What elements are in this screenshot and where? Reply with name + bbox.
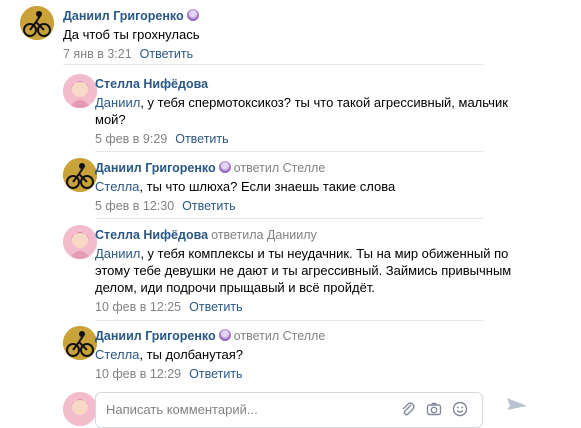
comment-text: Даниил, у тебя спермотоксикоз? ты что та…: [95, 95, 508, 127]
mention-link[interactable]: Стелла: [95, 179, 139, 194]
comment-meta: 5 фев в 9:29 Ответить: [95, 132, 508, 147]
prometheus-badge-icon: [186, 9, 199, 21]
reply-link[interactable]: Ответить: [189, 367, 242, 381]
mention-link[interactable]: Даниил: [95, 246, 140, 261]
comment-meta: 7 янв в 3:21 Ответить: [63, 47, 199, 62]
mention-link[interactable]: Даниил: [95, 95, 140, 110]
avatar[interactable]: [63, 225, 97, 259]
avatar[interactable]: [63, 326, 97, 360]
comment-date[interactable]: 7 янв в 3:21: [63, 47, 132, 61]
comment-author[interactable]: Даниил Григоренко: [63, 8, 199, 24]
divider: [63, 64, 483, 65]
reply-to-label[interactable]: ответила Даниилу: [211, 228, 317, 242]
mention-link[interactable]: Стелла: [95, 347, 139, 362]
comment-author[interactable]: Стелла Нифёдова ответила Даниилу: [95, 227, 511, 243]
divider: [95, 151, 483, 152]
paperclip-icon[interactable]: [400, 401, 416, 417]
comment-author[interactable]: Даниил Григоренко ответил Стелле: [95, 328, 325, 344]
comment-date[interactable]: 5 фев в 12:30: [95, 199, 174, 213]
prometheus-badge-icon: [218, 329, 231, 341]
camera-icon[interactable]: [426, 401, 442, 417]
avatar[interactable]: [63, 158, 97, 192]
comment-input-placeholder: Написать комментарий...: [106, 402, 258, 417]
avatar[interactable]: [63, 74, 97, 108]
reply-to-label[interactable]: ответил Стелле: [234, 329, 326, 343]
my-avatar: [63, 392, 97, 426]
emoji-icon[interactable]: [452, 401, 468, 417]
comment-text: Стелла, ты что шлюха? Если знаешь такие …: [95, 179, 396, 194]
reply-link[interactable]: Ответить: [189, 300, 242, 314]
comment-date[interactable]: 5 фев в 9:29: [95, 132, 167, 146]
comment-meta: 5 фев в 12:30 Ответить: [95, 199, 395, 214]
reply-link[interactable]: Ответить: [175, 132, 228, 146]
reply-link[interactable]: Ответить: [182, 199, 235, 213]
divider: [95, 218, 483, 219]
comment-author[interactable]: Стелла Нифёдова: [95, 76, 508, 92]
comment-date[interactable]: 10 фев в 12:29: [95, 367, 181, 381]
reply-to-label[interactable]: ответил Стелле: [234, 161, 326, 175]
comment-text: Даниил, у тебя комплексы и ты неудачник.…: [95, 246, 512, 295]
comment-input[interactable]: Написать комментарий...: [95, 392, 483, 428]
avatar[interactable]: [20, 6, 54, 40]
comment-author[interactable]: Даниил Григоренко ответил Стелле: [95, 160, 395, 176]
comment-text: Да чтоб ты грохнулась: [63, 27, 200, 42]
comment-meta: 10 фев в 12:25 Ответить: [95, 300, 511, 315]
reply-link[interactable]: Ответить: [140, 47, 193, 61]
send-arrow-icon[interactable]: [506, 396, 528, 413]
comment-text: Стелла, ты долбанутая?: [95, 347, 244, 362]
comment-meta: 10 фев в 12:29 Ответить: [95, 367, 325, 382]
prometheus-badge-icon: [218, 161, 231, 173]
comment-date[interactable]: 10 фев в 12:25: [95, 300, 181, 314]
divider: [95, 320, 483, 321]
